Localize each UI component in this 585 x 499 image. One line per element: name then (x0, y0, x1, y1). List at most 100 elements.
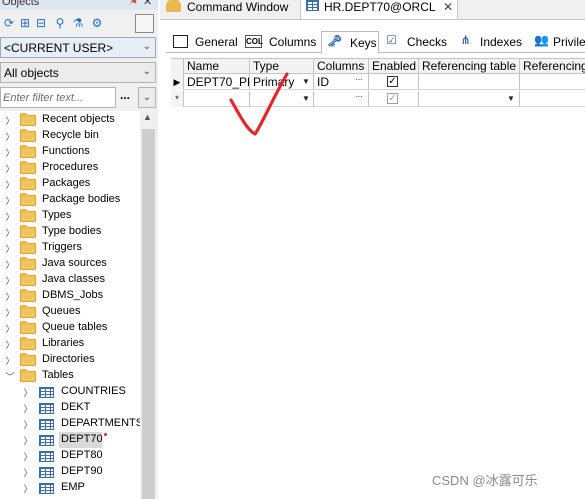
chevron-right-icon[interactable]: 〉 (23, 402, 33, 415)
new-columns-cell[interactable]: ··· (314, 91, 369, 107)
tree-item-packages[interactable]: 〉 Packages (0, 176, 140, 192)
tree-item-types[interactable]: 〉 Types (0, 208, 140, 224)
chevron-right-icon[interactable]: 〉 (5, 338, 15, 351)
referencing-cell[interactable] (520, 74, 585, 90)
scroll-up-icon[interactable]: ▲ (143, 112, 152, 122)
tree-item-table-countries[interactable]: 〉 COUNTRIES (0, 384, 140, 400)
filter-input[interactable]: Enter filter text... (0, 87, 116, 108)
collapse-all-icon[interactable]: ⊟ (34, 16, 48, 30)
tab-hr-dept70[interactable]: HR.DEPT70@ORCL ✕ (300, 0, 458, 19)
ellipsis-icon[interactable]: ··· (355, 74, 363, 85)
key-columns-cell[interactable]: ID ··· (314, 74, 369, 90)
tree-item-table-dept80[interactable]: 〉 DEPT80 (0, 448, 140, 464)
tree-item-java-sources[interactable]: 〉 Java sources (0, 256, 140, 272)
new-referencing-table-cell[interactable]: ▼ (419, 91, 520, 107)
filter-more-button[interactable]: ... (120, 88, 130, 102)
tree-item-libraries[interactable]: 〉 Libraries (0, 336, 140, 352)
dropdown-arrow-icon[interactable]: ▼ (302, 94, 310, 103)
tree-item-directories[interactable]: 〉 Directories (0, 352, 140, 368)
chevron-right-icon[interactable]: 〉 (5, 162, 15, 175)
chevron-right-icon[interactable]: 〉 (5, 226, 15, 239)
dropdown-arrow-icon[interactable]: ▼ (302, 77, 310, 86)
tree-item-triggers[interactable]: 〉 Triggers (0, 240, 140, 256)
tree-item-dbms-jobs[interactable]: 〉 DBMS_Jobs (0, 288, 140, 304)
chevron-right-icon[interactable]: 〉 (23, 418, 33, 431)
column-header-enabled[interactable]: Enabled (369, 58, 419, 74)
tree-item-functions[interactable]: 〉 Functions (0, 144, 140, 160)
chevron-right-icon[interactable]: 〉 (5, 130, 15, 143)
close-icon[interactable]: ✕ (143, 0, 152, 8)
folder-icon (20, 257, 36, 270)
tree-item-package-bodies[interactable]: 〉 Package bodies (0, 192, 140, 208)
tree-item-recent-objects[interactable]: 〉 Recent objects (0, 112, 140, 128)
column-header-referencing[interactable]: Referencing (520, 58, 585, 74)
tab-keys[interactable]: 🗝 Keys (321, 31, 379, 54)
filter-icon[interactable]: ⚗ (71, 16, 85, 30)
chevron-right-icon[interactable]: 〉 (5, 210, 15, 223)
user-filter-select[interactable]: <CURRENT USER> ⌄ (0, 37, 156, 58)
enabled-checkbox[interactable]: ✓ (387, 76, 398, 87)
chevron-right-icon[interactable]: 〉 (5, 306, 15, 319)
object-type-select[interactable]: All objects ⌄ (0, 62, 156, 83)
chevron-right-icon[interactable]: 〉 (23, 434, 33, 447)
chevron-right-icon[interactable]: 〉 (23, 466, 33, 479)
filter-dropdown-button[interactable]: ⌄ (138, 87, 156, 108)
document-tab-bar: Command Window HR.DEPT70@ORCL ✕ (160, 0, 585, 20)
expand-all-icon[interactable]: ⊞ (18, 16, 32, 30)
chevron-right-icon[interactable]: 〉 (23, 482, 33, 495)
tree-item-table-departments[interactable]: 〉 DEPARTMENTS (0, 416, 143, 432)
pin-icon[interactable]: 📌 (128, 0, 140, 6)
chevron-right-icon[interactable]: 〉 (5, 322, 15, 335)
tab-indexes[interactable]: ⋔ Indexes (453, 31, 527, 53)
chevron-right-icon[interactable]: 〉 (5, 290, 15, 303)
tree-item-procedures[interactable]: 〉 Procedures (0, 160, 140, 176)
objects-panel: Objects 📌 ✕ ⟳ ⊞ ⊟ ⚲ ⚗ ⚙ <CURRENT USER> ⌄… (0, 0, 158, 499)
tree-item-queue-tables[interactable]: 〉 Queue tables (0, 320, 140, 336)
tree-item-table-dept70[interactable]: 〉 DEPT70 (0, 432, 140, 448)
filter-settings-icon[interactable]: ⚙ (90, 16, 104, 30)
new-referencing-cell[interactable] (520, 91, 585, 107)
chevron-right-icon[interactable]: 〉 (5, 242, 15, 255)
enabled-checkbox[interactable]: ✓ (387, 93, 398, 104)
chevron-right-icon[interactable]: 〉 (5, 194, 15, 207)
tree-item-recycle-bin[interactable]: 〉 Recycle bin (0, 128, 140, 144)
tab-checks[interactable]: ☑ Checks (379, 31, 451, 53)
tree-item-java-classes[interactable]: 〉 Java classes (0, 272, 140, 288)
column-header-referencing-table[interactable]: Referencing table (419, 58, 520, 74)
tree-item-table-dept90[interactable]: 〉 DEPT90 (0, 464, 140, 480)
tree-item-table-dekt[interactable]: 〉 DEKT (0, 400, 140, 416)
chevron-right-icon[interactable]: 〉 (5, 178, 15, 191)
chevron-right-icon[interactable]: 〉 (5, 114, 15, 127)
tree-item-queues[interactable]: 〉 Queues (0, 304, 140, 320)
find-icon[interactable]: ⚲ (53, 16, 67, 30)
tree-item-table-emp[interactable]: 〉 EMP (0, 480, 140, 496)
tab-general[interactable]: General (168, 31, 240, 53)
scrollbar-thumb[interactable] (142, 129, 155, 499)
table-icon (39, 419, 54, 430)
tab-privileges[interactable]: 👥 Privile (529, 31, 585, 53)
folder-icon (20, 145, 36, 158)
toolbar-option-button[interactable] (135, 14, 154, 33)
tab-command-window[interactable]: Command Window (160, 0, 298, 19)
referencing-table-cell[interactable] (419, 74, 520, 90)
refresh-icon[interactable]: ⟳ (2, 16, 16, 30)
chevron-right-icon[interactable]: 〉 (23, 386, 33, 399)
table-icon (39, 387, 54, 398)
column-header-columns[interactable]: Columns (314, 58, 369, 74)
chevron-right-icon[interactable]: 〉 (5, 354, 15, 367)
chevron-right-icon[interactable]: 〉 (23, 450, 33, 463)
tree-item-type-bodies[interactable]: 〉 Type bodies (0, 224, 140, 240)
ellipsis-icon[interactable]: ··· (355, 91, 363, 102)
chevron-down-icon: ⌄ (142, 41, 151, 52)
chevron-right-icon[interactable]: 〉 (5, 258, 15, 271)
chevron-right-icon[interactable]: 〉 (5, 146, 15, 159)
folder-icon (20, 337, 36, 350)
dropdown-arrow-icon[interactable]: ▼ (507, 94, 515, 103)
tab-columns[interactable]: COL Columns (240, 31, 320, 53)
close-tab-icon[interactable]: ✕ (443, 0, 453, 14)
tree-scrollbar[interactable]: ▲ (140, 111, 157, 499)
chevron-right-icon[interactable]: 〉 (5, 274, 15, 287)
chevron-down-icon[interactable]: ﹀ (5, 370, 15, 383)
checks-icon: ☑ (386, 33, 397, 47)
tree-item-tables[interactable]: ﹀ Tables (0, 368, 140, 384)
